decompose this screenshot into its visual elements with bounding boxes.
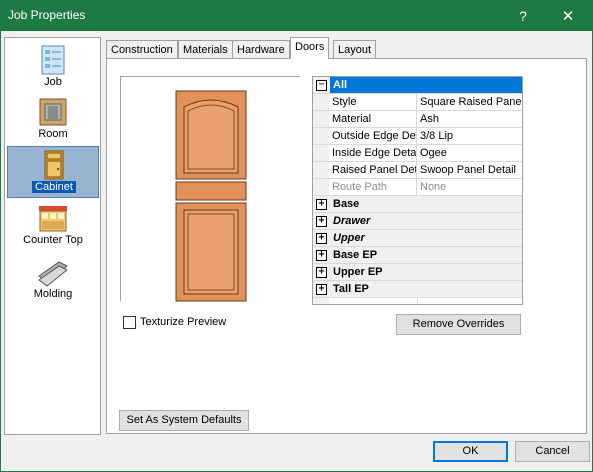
door-preview-image xyxy=(175,90,247,302)
sidebar-item-label: Room xyxy=(38,128,68,140)
expand-icon[interactable]: + xyxy=(316,199,327,210)
expand-icon[interactable]: + xyxy=(316,267,327,278)
counter-top-icon xyxy=(39,206,67,232)
sidebar-item-label: Counter Top xyxy=(23,234,83,246)
close-button[interactable]: ✕ xyxy=(547,0,589,31)
door-illustration xyxy=(175,90,247,302)
property-value[interactable]: Swoop Panel Detail xyxy=(418,162,522,178)
grid-column-divider xyxy=(417,298,418,304)
tab-layout[interactable]: Layout xyxy=(333,40,377,59)
room-icon xyxy=(39,98,67,126)
property-value[interactable]: Ash xyxy=(418,111,522,127)
cabinet-icon xyxy=(44,150,64,180)
grid-property-material[interactable]: Material Ash xyxy=(313,111,522,128)
grid-category-drawer[interactable]: + Drawer xyxy=(313,213,522,230)
property-value[interactable]: Square Raised Panel xyxy=(418,94,522,110)
category-label: Drawer xyxy=(333,215,371,227)
texturize-preview-checkbox[interactable] xyxy=(123,316,136,329)
property-name: Raised Panel Detail xyxy=(332,162,417,178)
category-label: All xyxy=(330,77,522,93)
property-grid: − All Style Square Raised Panel Material… xyxy=(312,76,523,305)
property-name: Inside Edge Detail xyxy=(332,145,417,161)
grid-property-outside-edge[interactable]: Outside Edge Detail 3/8 Lip xyxy=(313,128,522,145)
grid-property-style[interactable]: Style Square Raised Panel xyxy=(313,94,522,111)
sidebar-item-room[interactable]: Room xyxy=(7,94,99,146)
category-label: Tall EP xyxy=(333,283,369,295)
category-label: Base xyxy=(333,198,360,210)
category-label: Upper EP xyxy=(333,266,383,278)
window-title: Job Properties xyxy=(8,8,86,22)
door-preview xyxy=(120,76,300,302)
property-name: Material xyxy=(330,111,417,127)
sidebar-item-cabinet[interactable]: Cabinet xyxy=(7,146,99,198)
property-name: Route Path xyxy=(330,179,417,195)
grid-property-inside-edge[interactable]: Inside Edge Detail Ogee xyxy=(313,145,522,162)
grid-category-upper-ep[interactable]: + Upper EP xyxy=(313,264,522,281)
sidebar-item-label: Cabinet xyxy=(32,181,76,193)
sidebar-item-label: Molding xyxy=(33,288,73,300)
category-label: Upper xyxy=(333,232,365,244)
sidebar-item-label: Job xyxy=(44,76,62,88)
job-document-icon xyxy=(41,45,65,75)
expand-icon[interactable]: + xyxy=(316,216,327,227)
expand-icon[interactable]: + xyxy=(316,233,327,244)
tab-materials[interactable]: Materials xyxy=(178,40,233,59)
grid-category-all[interactable]: − All xyxy=(313,77,522,94)
sidebar-item-counter-top[interactable]: Counter Top xyxy=(7,200,99,252)
property-name: Outside Edge Detail xyxy=(332,128,417,144)
molding-icon xyxy=(38,261,68,287)
sidebar-item-job[interactable]: Job xyxy=(7,42,99,94)
grid-category-base-ep[interactable]: + Base EP xyxy=(313,247,522,264)
expand-icon[interactable]: + xyxy=(316,284,327,295)
tab-doors[interactable]: Doors xyxy=(290,37,330,59)
property-name: Style xyxy=(330,94,417,110)
help-button[interactable]: ? xyxy=(502,0,544,31)
property-value: None xyxy=(420,181,447,193)
grid-category-base[interactable]: + Base xyxy=(313,196,522,213)
ok-button[interactable]: OK xyxy=(433,441,508,462)
tab-construction[interactable]: Construction xyxy=(106,40,178,59)
grid-category-upper[interactable]: + Upper xyxy=(313,230,522,247)
grid-property-raised-panel[interactable]: Raised Panel Detail Swoop Panel Detail xyxy=(313,162,522,179)
grid-property-route-path: Route Path None xyxy=(313,179,522,196)
property-value[interactable]: 3/8 Lip xyxy=(418,128,522,144)
tab-hardware[interactable]: Hardware xyxy=(232,40,290,59)
set-system-defaults-button[interactable]: Set As System Defaults xyxy=(119,410,249,431)
sidebar-item-molding[interactable]: Molding xyxy=(7,254,99,306)
remove-overrides-button[interactable]: Remove Overrides xyxy=(396,314,521,335)
cancel-button[interactable]: Cancel xyxy=(515,441,590,462)
category-label: Base EP xyxy=(333,249,378,261)
collapse-icon[interactable]: − xyxy=(316,80,327,91)
texturize-preview-label[interactable]: Texturize Preview xyxy=(140,316,226,328)
property-value[interactable]: Ogee xyxy=(418,145,522,161)
grid-category-tall-ep[interactable]: + Tall EP xyxy=(313,281,522,298)
title-bar: Job Properties ? ✕ xyxy=(0,0,593,31)
expand-icon[interactable]: + xyxy=(316,250,327,261)
category-sidebar: Job Room Cabinet Counter Top Molding xyxy=(4,37,101,435)
